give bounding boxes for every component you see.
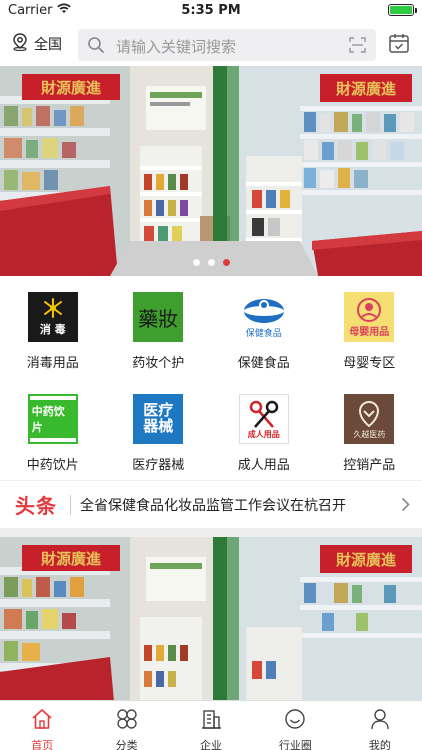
headline-divider <box>70 495 71 515</box>
building-icon <box>200 708 222 734</box>
chevron-right-icon[interactable] <box>401 497 410 516</box>
category-medical-device[interactable]: 医疗 器械 医疗器械 <box>106 378 212 480</box>
pharmacy-store-photo: 財源廣進 財源廣進 <box>0 66 422 276</box>
app-screen: Carrier 5:35 PM 全国 请输入关键词搜索 財源廣進 財源廣進 消 … <box>0 0 422 750</box>
category-label: 药妆个护 <box>132 356 185 371</box>
category-maternal-baby[interactable]: 母婴用品 母婴专区 <box>317 276 422 378</box>
svg-text:財源廣進: 財源廣進 <box>335 80 397 98</box>
controlled-sales-icon: 久越医药 <box>344 394 395 444</box>
category-icon <box>116 708 138 734</box>
home-icon <box>31 708 53 734</box>
category-cosmeceutical[interactable]: 藥妝 药妆个护 <box>106 276 212 378</box>
location-selector[interactable]: 全国 <box>12 33 62 55</box>
category-herbal[interactable]: 中药饮片 中药饮片 <box>0 378 106 480</box>
search-placeholder: 请输入关键词搜索 <box>116 38 237 56</box>
category-label: 中药饮片 <box>26 458 79 473</box>
headline-text[interactable]: 全省保健食品化妆品监管工作会议在杭召开 <box>80 495 346 515</box>
user-icon <box>369 708 391 734</box>
health-food-icon: 保健食品 <box>238 292 289 342</box>
adult-products-icon: 成人用品 <box>238 394 289 444</box>
svg-text:財源廣進: 財源廣進 <box>40 550 102 568</box>
tab-label: 企业 <box>200 739 223 750</box>
search-input[interactable]: 请输入关键词搜索 <box>78 29 376 61</box>
svg-text:財源廣進: 財源廣進 <box>335 551 397 569</box>
maternal-baby-tile-text: 母婴用品 <box>349 326 390 338</box>
health-food-tile-text: 保健食品 <box>245 329 282 339</box>
tab-label: 行业圈 <box>278 739 312 750</box>
category-label: 控销产品 <box>343 458 396 473</box>
tab-category[interactable]: 分类 <box>84 701 168 750</box>
tab-home[interactable]: 首页 <box>0 701 84 750</box>
headline-bar[interactable]: 头条 全省保健食品化妆品监管工作会议在杭召开 <box>0 480 422 528</box>
secondary-banner[interactable]: 財源廣進 財源廣進 <box>0 537 422 700</box>
herbal-icon: 中药饮片 <box>27 394 78 444</box>
tab-label: 分类 <box>115 739 138 750</box>
category-disinfection[interactable]: 消 毒 消毒用品 <box>0 276 106 378</box>
medical-device-tile-text-2: 器械 <box>143 417 174 435</box>
carousel-dot[interactable] <box>207 259 215 266</box>
tab-industry-circle[interactable]: 行业圈 <box>253 701 337 750</box>
medical-device-icon: 医疗 器械 <box>133 394 184 444</box>
scan-icon[interactable] <box>349 37 366 57</box>
carousel-indicator[interactable] <box>0 259 422 266</box>
bottom-tab-bar: 首页 分类 企业 行业圈 我的 <box>0 700 422 750</box>
status-bar: Carrier 5:35 PM <box>0 0 422 22</box>
status-time: 5:35 PM <box>181 3 241 18</box>
category-controlled-sales[interactable]: 久越医药 控销产品 <box>317 378 422 480</box>
controlled-sales-tile-text: 久越医药 <box>353 429 386 439</box>
category-label: 医疗器械 <box>132 458 185 473</box>
maternal-baby-icon: 母婴用品 <box>344 292 395 342</box>
headline-tag: 头条 <box>15 494 57 518</box>
circle-icon <box>284 708 306 734</box>
search-header: 全国 请输入关键词搜索 <box>0 22 422 66</box>
tab-label: 我的 <box>368 739 391 750</box>
pharmacy-store-photo: 財源廣進 財源廣進 <box>0 537 422 700</box>
category-label: 保健食品 <box>237 356 290 371</box>
herbal-tile-text: 中药饮片 <box>29 400 76 438</box>
search-icon <box>87 36 105 58</box>
category-label: 母婴专区 <box>343 356 396 371</box>
category-health-food[interactable]: 保健食品 保健食品 <box>211 276 317 378</box>
carousel-dot-active[interactable] <box>222 259 230 266</box>
category-adult-products[interactable]: 成人用品 成人用品 <box>211 378 317 480</box>
battery-icon <box>388 4 417 16</box>
adult-products-tile-text: 成人用品 <box>247 429 280 439</box>
location-label: 全国 <box>34 37 62 53</box>
location-pin-icon <box>12 33 28 55</box>
disinfection-icon: 消 毒 <box>27 292 78 342</box>
cosmeceutical-tile-text: 藥妝 <box>138 306 179 331</box>
carousel-dot[interactable] <box>192 259 200 266</box>
section-divider <box>0 528 422 537</box>
category-label: 成人用品 <box>237 458 290 473</box>
cosmeceutical-icon: 藥妝 <box>133 292 184 342</box>
category-label: 消毒用品 <box>26 356 79 371</box>
tab-label: 首页 <box>31 739 54 750</box>
svg-text:財源廣進: 財源廣進 <box>40 79 102 97</box>
tab-enterprise[interactable]: 企业 <box>169 701 253 750</box>
calendar-icon[interactable] <box>388 32 410 58</box>
promo-banner[interactable]: 財源廣進 財源廣進 <box>0 66 422 276</box>
category-grid: 消 毒 消毒用品 藥妝 药妆个护 保健食品 保健食品 母婴用品 母婴专区 中药饮… <box>0 276 422 480</box>
tab-profile[interactable]: 我的 <box>338 701 422 750</box>
disinfection-tile-text: 消 毒 <box>39 323 66 336</box>
